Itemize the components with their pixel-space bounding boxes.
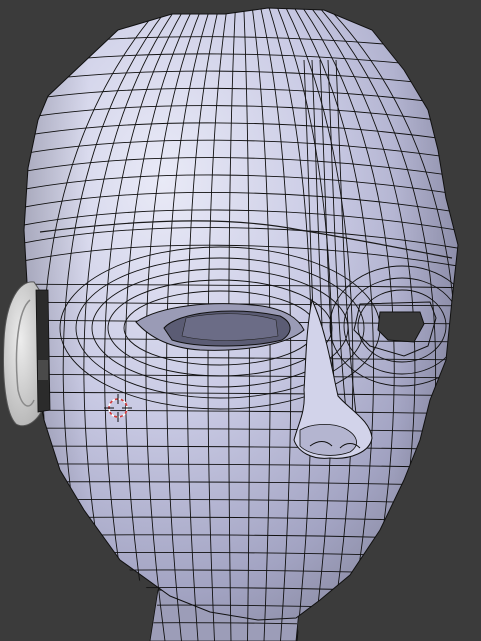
3d-viewport[interactable] bbox=[0, 0, 481, 641]
viewport-canvas[interactable] bbox=[0, 0, 481, 641]
